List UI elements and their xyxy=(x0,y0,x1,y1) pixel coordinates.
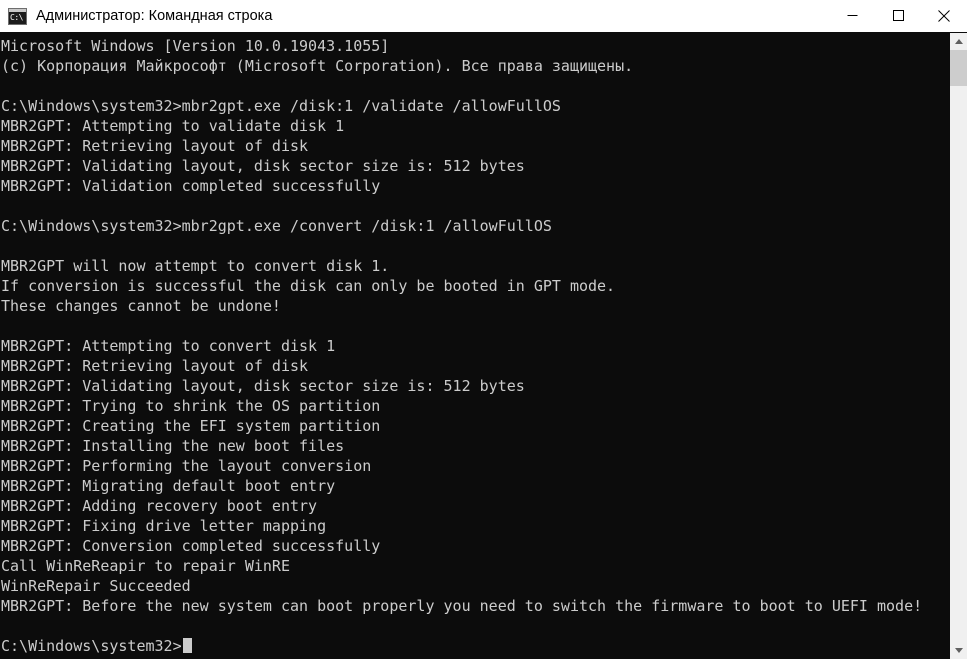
command-prompt-window: Администратор: Командная строка xyxy=(0,0,967,659)
console-line: MBR2GPT: Trying to shrink the OS partiti… xyxy=(1,397,381,415)
console-line: C:\Windows\system32>mbr2gpt.exe /disk:1 … xyxy=(1,97,561,115)
console-line: MBR2GPT: Fixing drive letter mapping xyxy=(1,517,327,535)
console-line: MBR2GPT: Validating layout, disk sector … xyxy=(1,157,525,175)
window-controls xyxy=(829,0,967,32)
close-button[interactable] xyxy=(921,0,967,31)
console-line: MBR2GPT: Retrieving layout of disk xyxy=(1,137,309,155)
console-line: Call WinReReapir to repair WinRE xyxy=(1,557,290,575)
maximize-button[interactable] xyxy=(875,0,921,31)
console-line: MBR2GPT: Performing the layout conversio… xyxy=(1,457,372,475)
console-line: MBR2GPT: Attempting to convert disk 1 xyxy=(1,337,336,355)
scroll-down-arrow-icon xyxy=(954,648,963,653)
console-area[interactable]: Microsoft Windows [Version 10.0.19043.10… xyxy=(0,33,967,659)
title-bar[interactable]: Администратор: Командная строка xyxy=(0,0,967,33)
scroll-down-button[interactable] xyxy=(950,642,967,659)
console-line: MBR2GPT: Migrating default boot entry xyxy=(1,477,336,495)
prompt-text: C:\Windows\system32> xyxy=(1,637,182,655)
console-output[interactable]: Microsoft Windows [Version 10.0.19043.10… xyxy=(0,33,949,659)
scrollbar-track[interactable] xyxy=(950,50,967,642)
scroll-up-arrow-icon xyxy=(954,39,963,44)
console-line: C:\Windows\system32>mbr2gpt.exe /convert… xyxy=(1,217,552,235)
console-line: WinReRepair Succeeded xyxy=(1,577,191,595)
console-line: (c) Корпорация Майкрософт (Microsoft Cor… xyxy=(1,57,634,75)
minimize-icon xyxy=(847,15,857,16)
console-line: MBR2GPT: Adding recovery boot entry xyxy=(1,497,318,515)
console-line: MBR2GPT: Installing the new boot files xyxy=(1,437,345,455)
console-line: These changes cannot be undone! xyxy=(1,297,281,315)
console-line: MBR2GPT: Conversion completed successful… xyxy=(1,537,381,555)
console-line: MBR2GPT: Retrieving layout of disk xyxy=(1,357,309,375)
window-title: Администратор: Командная строка xyxy=(36,8,273,24)
title-bar-left: Администратор: Командная строка xyxy=(0,7,829,25)
console-line: Microsoft Windows [Version 10.0.19043.10… xyxy=(1,37,390,55)
console-line: MBR2GPT: Creating the EFI system partiti… xyxy=(1,417,381,435)
vertical-scrollbar[interactable] xyxy=(949,33,967,659)
scroll-up-button[interactable] xyxy=(950,33,967,50)
minimize-button[interactable] xyxy=(829,0,875,31)
console-prompt-line[interactable]: C:\Windows\system32> xyxy=(1,636,949,656)
close-icon xyxy=(938,9,950,22)
text-cursor xyxy=(182,638,192,653)
scrollbar-thumb[interactable] xyxy=(950,50,967,86)
console-line: MBR2GPT: Validating layout, disk sector … xyxy=(1,377,525,395)
maximize-icon xyxy=(892,10,904,21)
console-line: MBR2GPT: Before the new system can boot … xyxy=(1,597,923,615)
console-line: MBR2GPT will now attempt to convert disk… xyxy=(1,257,390,275)
command-prompt-icon xyxy=(8,7,27,25)
console-line: MBR2GPT: Attempting to validate disk 1 xyxy=(1,117,345,135)
console-line: MBR2GPT: Validation completed successful… xyxy=(1,177,381,195)
console-line: If conversion is successful the disk can… xyxy=(1,277,616,295)
